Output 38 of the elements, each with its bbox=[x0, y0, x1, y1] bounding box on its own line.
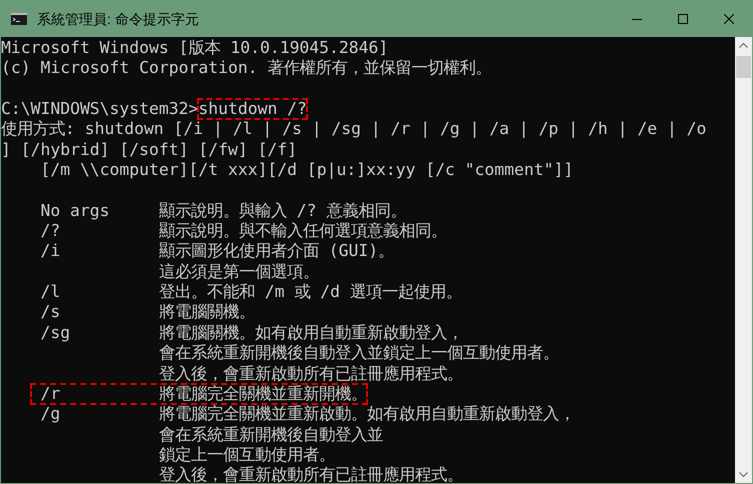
option-description: 登入後，會重新啟動所有已註冊應用程式。 bbox=[158, 465, 463, 483]
option-name: /l bbox=[40, 282, 62, 302]
option-description: 將電腦關機。如有啟用自動重新啟動登入， bbox=[158, 322, 463, 344]
window-title: 系統管理員: 命令提示字元 bbox=[37, 10, 199, 28]
scrollbar[interactable] bbox=[735, 37, 752, 483]
option-description: 登出。不能和 /m 或 /d 選項一起使用。 bbox=[158, 282, 462, 302]
console-icon bbox=[11, 13, 27, 25]
minimize-icon bbox=[632, 18, 642, 20]
scrollbar-thumb[interactable] bbox=[736, 56, 751, 78]
option-description: 登入後，會重新啟動所有已註冊應用程式。 bbox=[158, 364, 463, 384]
maximize-icon bbox=[678, 14, 688, 24]
prompt-path: C:\WINDOWS\system32> bbox=[1, 99, 198, 120]
console-line: ] [/hybrid] [/soft] [/fw] [/f] bbox=[1, 140, 298, 160]
option-description: 將電腦關機。 bbox=[158, 302, 255, 323]
option-description: 會在系統重新開機後自動登入並鎖定上一個互動使用者。 bbox=[158, 343, 559, 364]
scroll-down-icon[interactable] bbox=[739, 472, 748, 477]
scroll-up-icon[interactable] bbox=[739, 43, 748, 48]
option-description: 鎖定上一個互動使用者。 bbox=[158, 444, 335, 466]
command-text: shutdown /? bbox=[198, 99, 307, 120]
option-description: 將電腦完全關機並重新啟動。如有啟用自動重新啟動登入， bbox=[158, 404, 575, 425]
console-line: Microsoft Windows [版本 10.0.19045.2846] bbox=[1, 38, 388, 58]
option-name: /? bbox=[40, 221, 62, 242]
option-description: 顯示說明。與不輸入任何選項意義相同。 bbox=[158, 221, 447, 242]
console-line: (c) Microsoft Corporation. 著作權所有，並保留一切權利。 bbox=[1, 58, 492, 79]
option-description: 顯示圖形化使用者介面 (GUI)。 bbox=[158, 241, 394, 262]
option-name: /i bbox=[40, 241, 62, 262]
option-description: 顯示說明。與輸入 /? 意義相同。 bbox=[158, 200, 406, 222]
option-name: /r bbox=[40, 384, 62, 404]
option-description: 會在系統重新開機後自動登入並 bbox=[158, 424, 383, 445]
option-name: /sg bbox=[40, 322, 72, 344]
option-description: 這必須是第一個選項。 bbox=[158, 262, 319, 282]
option-description: 將電腦完全關機並重新開機。 bbox=[158, 384, 367, 404]
option-name: No args bbox=[40, 200, 111, 222]
close-icon bbox=[724, 14, 734, 24]
option-name: /g bbox=[40, 404, 62, 425]
console-line: 使用方式: shutdown [/i | /l | /s | /sg | /r | /g | /a | /p | /h | /e | /o bbox=[1, 119, 706, 140]
option-name: /s bbox=[40, 302, 62, 323]
console-line: [/m \\computer][/t xxx][/d [p|u:]xx:yy [/c "comment"]] bbox=[39, 160, 574, 180]
